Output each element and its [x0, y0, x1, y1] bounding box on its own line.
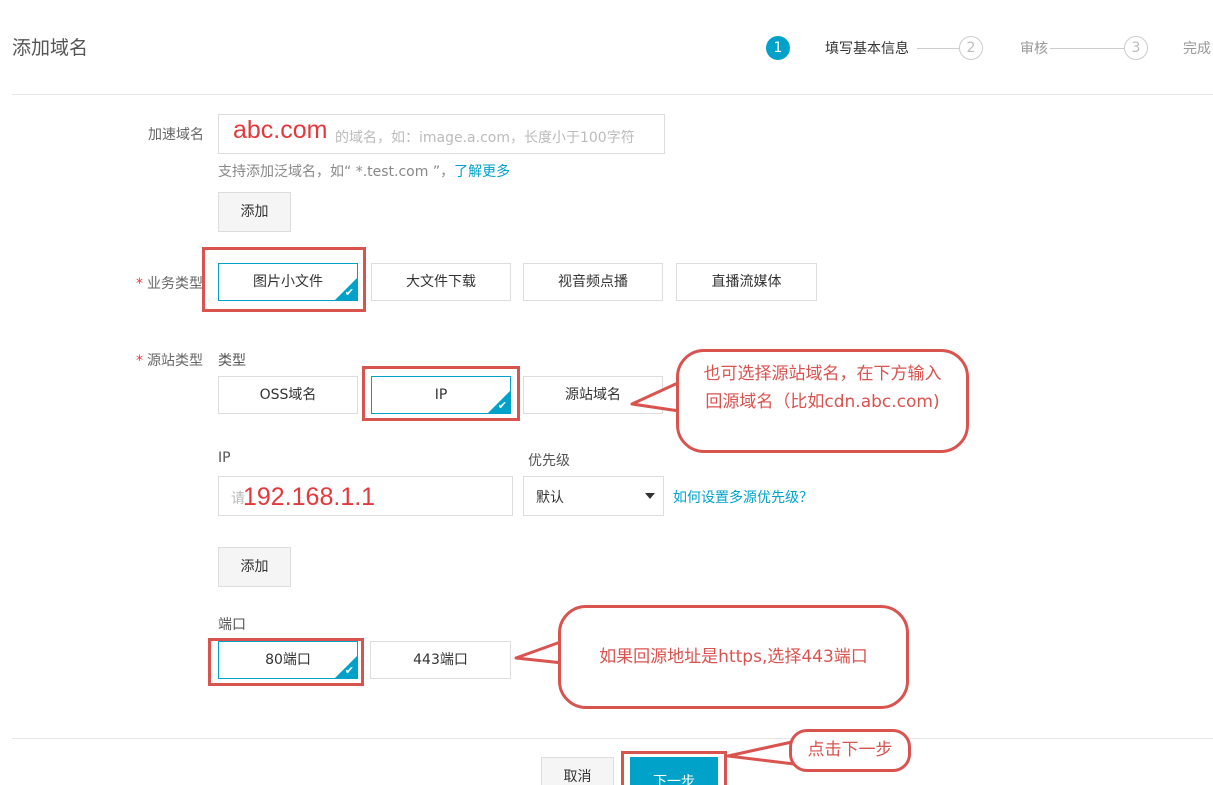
- https-callout: 如果回源地址是https,选择443端口: [558, 605, 909, 709]
- next-step-callout: 点击下一步: [789, 729, 911, 772]
- origin-domain-callout: 也可选择源站域名，在下方输入回源域名（比如cdn.abc.com): [676, 349, 969, 453]
